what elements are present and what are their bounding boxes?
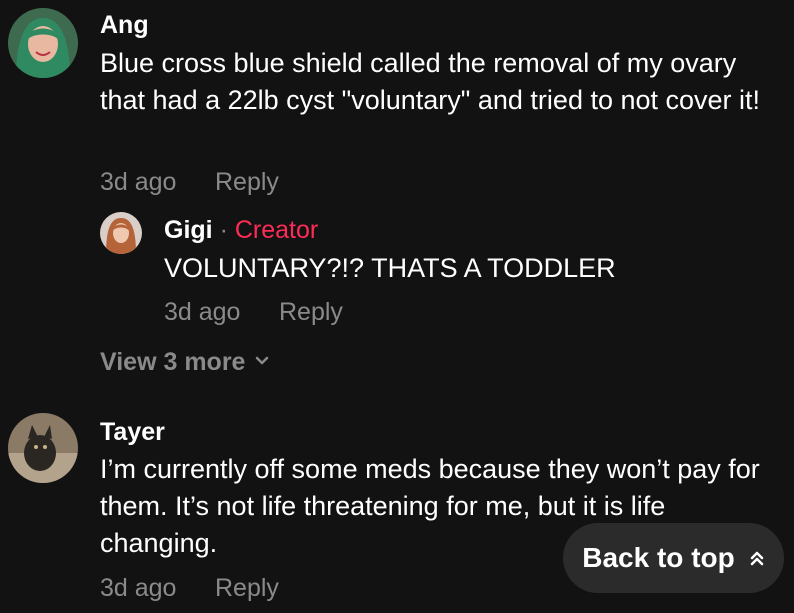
avatar-tayer[interactable]	[8, 413, 78, 483]
comment-author[interactable]: Tayer	[100, 418, 165, 447]
avatar-gigi[interactable]	[100, 212, 142, 254]
creator-badge: Creator	[234, 216, 319, 244]
reply-author-line: Gigi · Creator	[164, 216, 318, 245]
reply-timestamp: 3d ago	[164, 298, 241, 326]
reply-author[interactable]: Gigi	[164, 216, 213, 244]
comment-text: Blue cross blue shield called the remova…	[100, 48, 761, 115]
view-more-label: View 3 more	[100, 348, 246, 376]
comment-timestamp: 3d ago	[100, 574, 177, 602]
avatar-ang[interactable]	[8, 8, 78, 78]
separator-dot: ·	[219, 216, 228, 244]
back-to-top-label: Back to top	[582, 542, 735, 573]
reply-button[interactable]: Reply	[215, 574, 279, 603]
reply-button[interactable]: Reply	[215, 168, 279, 197]
reply-text: VOLUNTARY?!? THATS A TODDLER	[164, 253, 616, 283]
comment-timestamp: 3d ago	[100, 168, 177, 196]
chevron-down-icon	[253, 348, 271, 377]
comment-author[interactable]: Ang	[100, 11, 149, 40]
view-more-replies-button[interactable]: View 3 more	[100, 348, 271, 377]
double-chevron-up-icon	[749, 542, 765, 574]
back-to-top-button[interactable]: Back to top	[563, 523, 784, 593]
reply-button[interactable]: Reply	[279, 298, 343, 327]
